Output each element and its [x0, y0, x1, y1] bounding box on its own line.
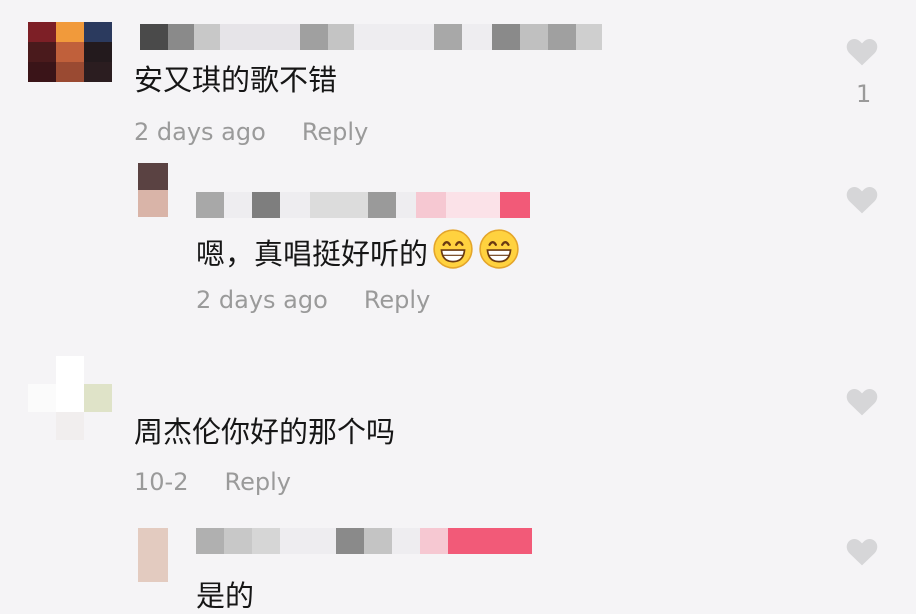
like-count: 1: [856, 80, 872, 108]
avatar[interactable]: [28, 22, 112, 82]
username-blurred[interactable]: [196, 528, 532, 554]
username-blurred[interactable]: [140, 24, 602, 50]
heart-icon[interactable]: [842, 530, 882, 570]
reply-time: 2 days ago: [196, 286, 328, 314]
heart-icon[interactable]: [842, 30, 882, 70]
comment-meta: 10-2 Reply: [134, 468, 291, 496]
reply-button[interactable]: Reply: [224, 468, 290, 496]
reply-text: 是的: [196, 579, 255, 613]
comment-meta: 2 days ago Reply: [134, 118, 368, 146]
comment-time: 2 days ago: [134, 118, 266, 146]
reply-text: 嗯，真唱挺好听的: [196, 228, 520, 272]
reply-button[interactable]: Reply: [364, 286, 430, 314]
heart-icon[interactable]: [842, 178, 882, 218]
avatar[interactable]: [28, 356, 112, 440]
comment-time: 10-2: [134, 468, 189, 496]
comment-text: 安又琪的歌不错: [134, 63, 338, 97]
reply-meta: 2 days ago Reply: [196, 286, 430, 314]
avatar[interactable]: [138, 528, 168, 582]
username-blurred[interactable]: [196, 192, 530, 218]
grinning-face-emoji: [479, 229, 519, 269]
reply-text-content: 嗯，真唱挺好听的: [196, 237, 429, 271]
reply-button[interactable]: Reply: [302, 118, 368, 146]
comment-text: 周杰伦你好的那个吗: [134, 415, 396, 449]
grinning-face-emoji: [433, 229, 473, 269]
avatar[interactable]: [138, 163, 168, 217]
heart-icon[interactable]: [842, 380, 882, 420]
